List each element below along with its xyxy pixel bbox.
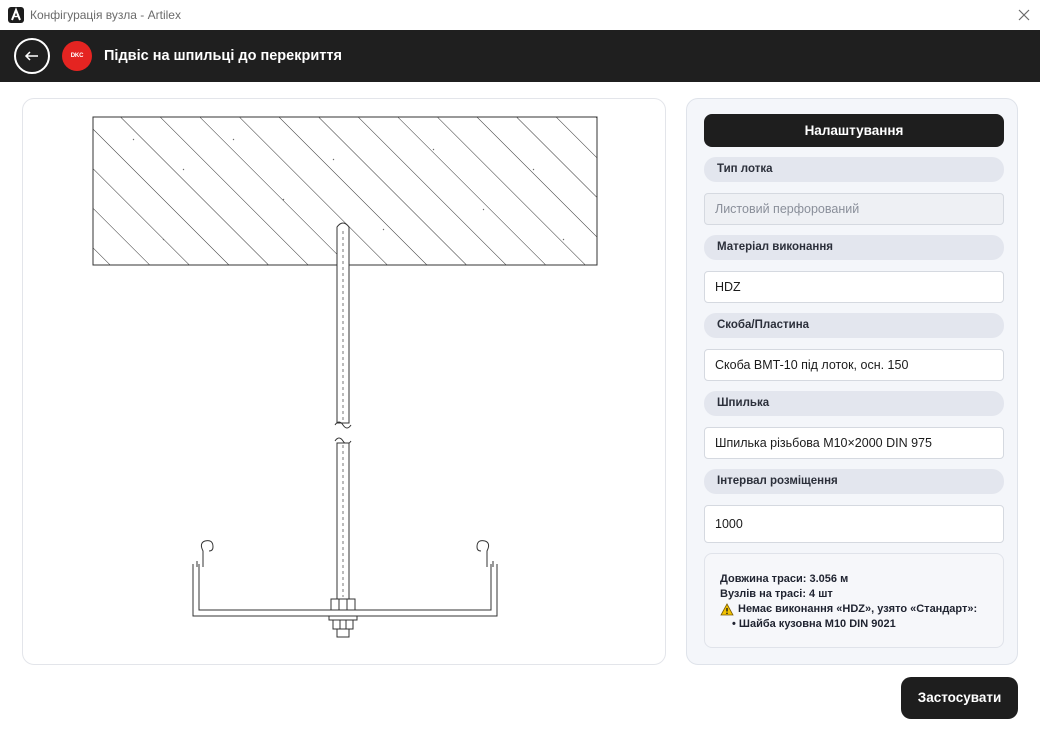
brand-logo: DKC [62, 41, 92, 71]
material-warning: Немає виконання «HDZ», узято «Стандарт»: [720, 602, 1003, 617]
warning-item: • Шайба кузовна M10 DIN 9021 [732, 618, 896, 630]
arrow-left-icon [24, 51, 38, 61]
route-nodes: Вузлів на трасі: 4 шт [720, 588, 833, 600]
tray-type-label: Тип лотка [704, 157, 1004, 182]
rod-select[interactable]: Шпилька різьбова M10×2000 DIN 975 [704, 427, 1004, 459]
page-title: Підвіс на шпильці до перекриття [104, 48, 342, 64]
node-drawing-panel [22, 98, 666, 665]
route-length: Довжина траси: 3.056 м [720, 573, 849, 585]
warning-icon [720, 603, 734, 616]
apply-button[interactable]: Застосувати [901, 677, 1018, 719]
interval-input[interactable]: 1000 [704, 505, 1004, 543]
settings-button[interactable]: Налаштування [704, 114, 1004, 147]
material-select[interactable]: HDZ [704, 271, 1004, 303]
route-info-box: Довжина траси: 3.056 м Вузлів на трасі: … [704, 553, 1004, 648]
tray-type-select: Листовий перфорований [704, 193, 1004, 225]
threaded-rod [334, 222, 352, 600]
material-label: Матеріал виконання [704, 235, 1004, 260]
artilex-logo-icon [8, 7, 24, 23]
bracket-select[interactable]: Скоба BMT-10 під лоток, осн. 150 [704, 349, 1004, 381]
rod-label: Шпилька [704, 391, 1004, 416]
rod-nut-assembly [328, 598, 358, 638]
app-header: DKC Підвіс на шпильці до перекриття [0, 30, 1040, 82]
interval-label: Інтервал розміщення [704, 469, 1004, 494]
bracket-label: Скоба/Пластина [704, 313, 1004, 338]
hanger-drawing [92, 116, 598, 638]
settings-panel: Налаштування Тип лотка Листовий перфоров… [686, 98, 1018, 665]
warning-text: Немає виконання «HDZ», узято «Стандарт»: [738, 603, 978, 615]
window-titlebar: Конфігурація вузла - Artilex [0, 0, 1040, 30]
back-button[interactable] [14, 38, 50, 74]
window-title: Конфігурація вузла - Artilex [30, 8, 181, 22]
window-close-icon[interactable] [1014, 5, 1034, 25]
